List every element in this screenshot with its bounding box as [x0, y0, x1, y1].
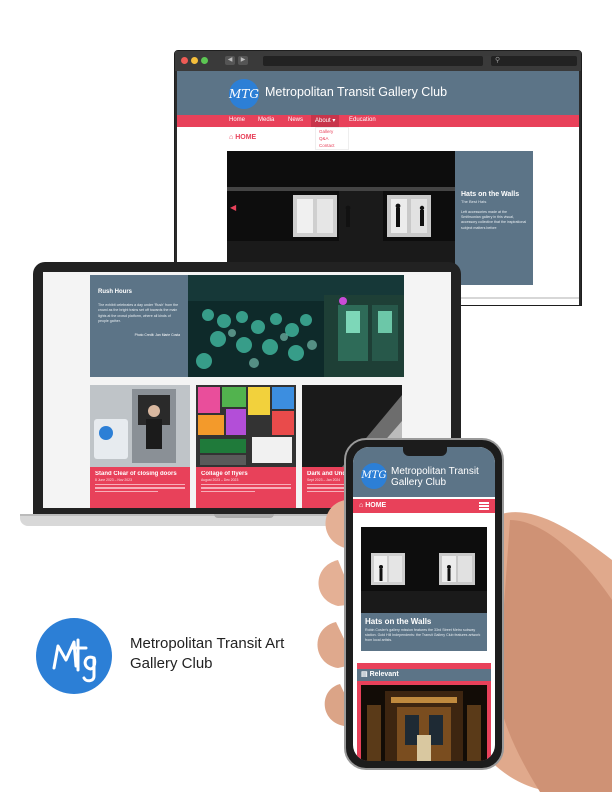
nav-home[interactable]: Home [229, 117, 245, 123]
laptop-notch [214, 514, 274, 518]
dropdown-item-gallery[interactable]: Gallery [316, 128, 348, 135]
phone-hero-photo [361, 527, 487, 613]
hamburger-menu-icon[interactable] [479, 502, 489, 510]
mtg-monogram-icon [52, 638, 97, 683]
phone-site-title: Metropolitan Transit Gallery Club [391, 466, 479, 488]
feature-subtitle: The Best Hats [461, 199, 487, 204]
home-icon: ⌂ [229, 134, 234, 141]
hero-photo-subway-platform: ◀ [227, 151, 455, 265]
exhibit-card[interactable]: Collage of flyers August 2023 – Dec 2023 [196, 385, 296, 508]
card-caption: Stand Clear of closing doors 8 June 2023… [90, 467, 190, 508]
relevant-photo-station-entrance[interactable] [361, 685, 487, 761]
feature-panel: Hats on the Walls The Best Hats Left acc… [455, 151, 533, 285]
rush-hours-body: The exhibit celebrates a day under 'Rush… [98, 303, 179, 324]
card-description-lines [201, 484, 291, 493]
photo-credit: Photo Credit: Jan Marie Costa [134, 332, 180, 337]
relevant-label: Relevant [369, 671, 399, 678]
home-icon: ⌂ [359, 502, 364, 509]
crowd-train-photo [188, 275, 404, 377]
phone-mockup: MTG Metropolitan Transit Gallery Club ⌂ … [344, 438, 504, 770]
close-window-button[interactable] [181, 57, 188, 64]
home-heading: ⌂ HOME [229, 134, 256, 141]
forward-arrow-icon[interactable]: ▶ [238, 56, 248, 65]
card-date: August 2023 – Dec 2023 [201, 478, 239, 482]
site-logo[interactable]: MTG [229, 79, 259, 109]
phone-notch [403, 447, 447, 456]
main-nav: Home Media News About ▾ Education [177, 115, 579, 127]
rush-hours-panel: Rush Hours The exhibit celebrates a day … [90, 275, 188, 377]
brand-name: Metropolitan Transit Art Gallery Club [130, 634, 284, 673]
browser-search-bar[interactable]: ⚲ [491, 56, 577, 66]
dropdown-item-contact[interactable]: Contact [316, 142, 348, 149]
brand-name-line2: Gallery Club [130, 654, 213, 672]
card-title: Collage of flyers [201, 471, 248, 477]
minimize-window-button[interactable] [191, 57, 198, 64]
address-bar[interactable] [263, 56, 483, 66]
feature-title: Hats on the Walls [461, 191, 520, 198]
phone-feature-caption: Hats on the Walls Robin Cosler's gallery… [361, 613, 487, 651]
crowd-train-illustration [188, 275, 404, 377]
nav-news[interactable]: News [288, 117, 303, 123]
back-arrow-icon[interactable]: ◀ [225, 56, 235, 65]
feature-body: Left accessories made at the Smithsonian… [461, 210, 527, 230]
phone-home-link[interactable]: ⌂ HOME [359, 502, 386, 509]
phone-site-logo[interactable]: MTG [361, 463, 387, 489]
phone-website: MTG Metropolitan Transit Gallery Club ⌂ … [353, 447, 495, 761]
card-image-flyer-collage [196, 385, 296, 467]
about-dropdown-menu: Gallery Q&A Contact [315, 127, 349, 150]
card-title: Stand Clear of closing doors [95, 471, 177, 477]
card-image-subway-rider [90, 385, 190, 467]
brand-name-line1: Metropolitan Transit Art [130, 635, 285, 652]
phone-nav-bar: ⌂ HOME [353, 499, 495, 513]
maximize-window-button[interactable] [201, 57, 208, 64]
home-label: HOME [235, 134, 257, 141]
nav-education[interactable]: Education [349, 117, 376, 123]
relevant-icon: ▤ [361, 671, 368, 678]
site-title: Metropolitan Transit Gallery Club [265, 85, 448, 99]
nav-about[interactable]: About ▾ [311, 115, 340, 127]
carousel-prev-icon[interactable]: ◀ [230, 203, 236, 212]
site-header: MTG Metropolitan Transit Gallery Club [177, 71, 579, 115]
browser-toolbar: ◀ ▶ ⚲ [175, 51, 581, 71]
exhibit-card[interactable]: Stand Clear of closing doors 8 June 2023… [90, 385, 190, 508]
phone-home-label: HOME [365, 502, 387, 509]
brand-logo [36, 618, 112, 694]
rush-hours-title: Rush Hours [98, 289, 133, 295]
card-description-lines [95, 484, 185, 493]
subway-platform-illustration [227, 151, 455, 265]
relevant-section: ▤ Relevant [357, 663, 491, 761]
nav-media[interactable]: Media [258, 117, 274, 123]
phone-feature-body: Robin Cosler's gallery mission features … [365, 628, 481, 643]
dropdown-item-qa[interactable]: Q&A [316, 135, 348, 142]
relevant-header: ▤ Relevant [357, 669, 491, 681]
card-caption: Collage of flyers August 2023 – Dec 2023 [196, 467, 296, 508]
phone-feature-title: Hats on the Walls [365, 617, 432, 626]
card-date: 8 June 2023 – Nov 2023 [95, 478, 132, 482]
